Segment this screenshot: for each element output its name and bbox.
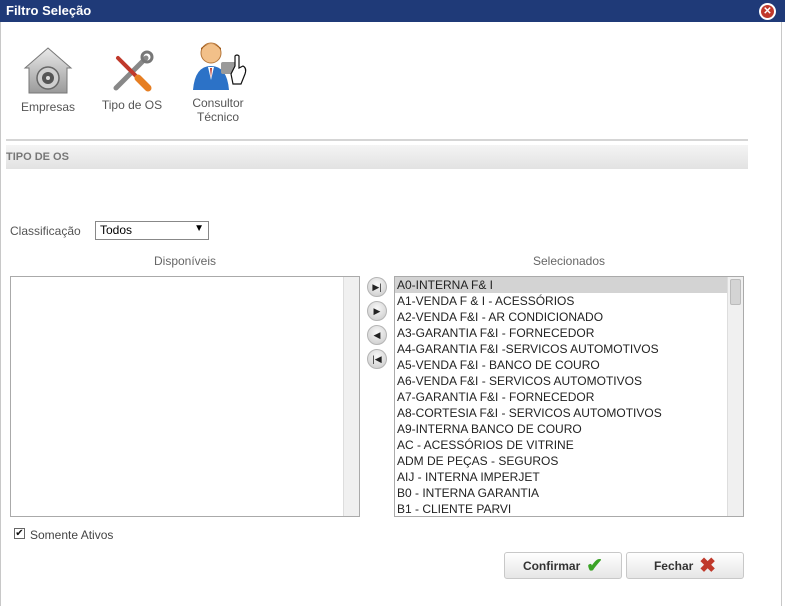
list-item[interactable]: A3-GARANTIA F&I - FORNECEDOR — [395, 325, 727, 341]
move-right-button[interactable]: ▶ — [367, 301, 387, 321]
toolbar-empresas-label: Empresas — [20, 100, 76, 114]
move-left-button[interactable]: ◀ — [367, 325, 387, 345]
classificacao-label: Classificação — [10, 224, 81, 238]
list-item[interactable]: AIJ - INTERNA IMPERJET — [395, 469, 727, 485]
toolbar-consultor-label-line2: Técnico — [196, 110, 240, 124]
list-item[interactable]: A7-GARANTIA F&I - FORNECEDOR — [395, 389, 727, 405]
list-item[interactable]: A9-INTERNA BANCO DE COURO — [395, 421, 727, 437]
check-icon: ✔ — [586, 554, 604, 577]
somente-ativos-label: Somente Ativos — [30, 528, 114, 542]
confirmar-label: Confirmar — [522, 558, 581, 573]
close-icon: ✕ — [761, 5, 774, 18]
close-x-icon: ✖ — [699, 554, 717, 577]
list-item[interactable]: A0-INTERNA F& I — [395, 277, 727, 293]
list-item[interactable]: A6-VENDA F&I - SERVICOS AUTOMOTIVOS — [395, 373, 727, 389]
somente-ativos-checkbox[interactable]: ✔ — [14, 528, 25, 539]
close-button[interactable]: ✕ — [759, 3, 776, 20]
selecionados-title: Selecionados — [532, 254, 606, 268]
list-item[interactable]: A4-GARANTIA F&I -SERVICOS AUTOMOTIVOS — [395, 341, 727, 357]
toolbar-tipo-os-label: Tipo de OS — [101, 98, 163, 112]
list-item[interactable]: A2-VENDA F&I - AR CONDICIONADO — [395, 309, 727, 325]
list-item[interactable]: A8-CORTESIA F&I - SERVICOS AUTOMOTIVOS — [395, 405, 727, 421]
list-item[interactable]: AC - ACESSÓRIOS DE VITRINE — [395, 437, 727, 453]
move-right-icon: ▶ — [373, 305, 381, 316]
classificacao-select[interactable]: Todos ▼ — [95, 221, 209, 240]
classificacao-value: Todos — [100, 223, 133, 237]
dialog-titlebar: Filtro Seleção ✕ — [0, 0, 785, 22]
list-item[interactable]: B0 - INTERNA GARANTIA — [395, 485, 727, 501]
move-all-right-icon: ▶| — [372, 281, 382, 292]
selecionados-scrollbar[interactable] — [727, 277, 743, 516]
list-item[interactable]: A5-VENDA F&I - BANCO DE COURO — [395, 357, 727, 373]
divider — [6, 139, 748, 141]
toolbar-consultor-tecnico[interactable]: Consultor Técnico — [180, 40, 256, 124]
dialog-right-border — [781, 22, 782, 606]
confirmar-button[interactable]: Confirmar ✔ — [504, 552, 622, 579]
selecionados-scrollbar-thumb[interactable] — [730, 279, 741, 305]
toolbar-empresas[interactable]: Empresas — [14, 46, 82, 114]
move-left-icon: ◀ — [373, 329, 381, 340]
fechar-button[interactable]: Fechar ✖ — [626, 552, 744, 579]
list-item[interactable]: A1-VENDA F & I - ACESSÓRIOS — [395, 293, 727, 309]
disponiveis-list[interactable] — [10, 276, 360, 517]
toolbar-tipo-os[interactable]: Tipo de OS — [96, 50, 168, 112]
disponiveis-scrollbar[interactable] — [343, 277, 359, 516]
vault-icon — [23, 47, 73, 94]
move-all-left-icon: |◀ — [372, 353, 382, 364]
disponiveis-title: Disponíveis — [153, 254, 217, 268]
list-item[interactable]: B1 - CLIENTE PARVI — [395, 501, 727, 516]
dropdown-arrow-icon: ▼ — [194, 223, 204, 234]
list-item[interactable]: ADM DE PEÇAS - SEGUROS — [395, 453, 727, 469]
tools-icon — [113, 50, 154, 92]
toolbar-consultor-label-line1: Consultor — [192, 96, 244, 110]
dialog-title: Filtro Seleção — [6, 3, 92, 18]
move-all-left-button[interactable]: |◀ — [367, 349, 387, 369]
consultant-icon — [193, 42, 247, 90]
dialog-left-border — [0, 22, 1, 606]
fechar-label: Fechar — [653, 558, 694, 573]
selecionados-list[interactable]: A0-INTERNA F& I A1-VENDA F & I - ACESSÓRI… — [394, 276, 744, 517]
section-header: TIPO DE OS — [6, 145, 748, 169]
move-all-right-button[interactable]: ▶| — [367, 277, 387, 297]
